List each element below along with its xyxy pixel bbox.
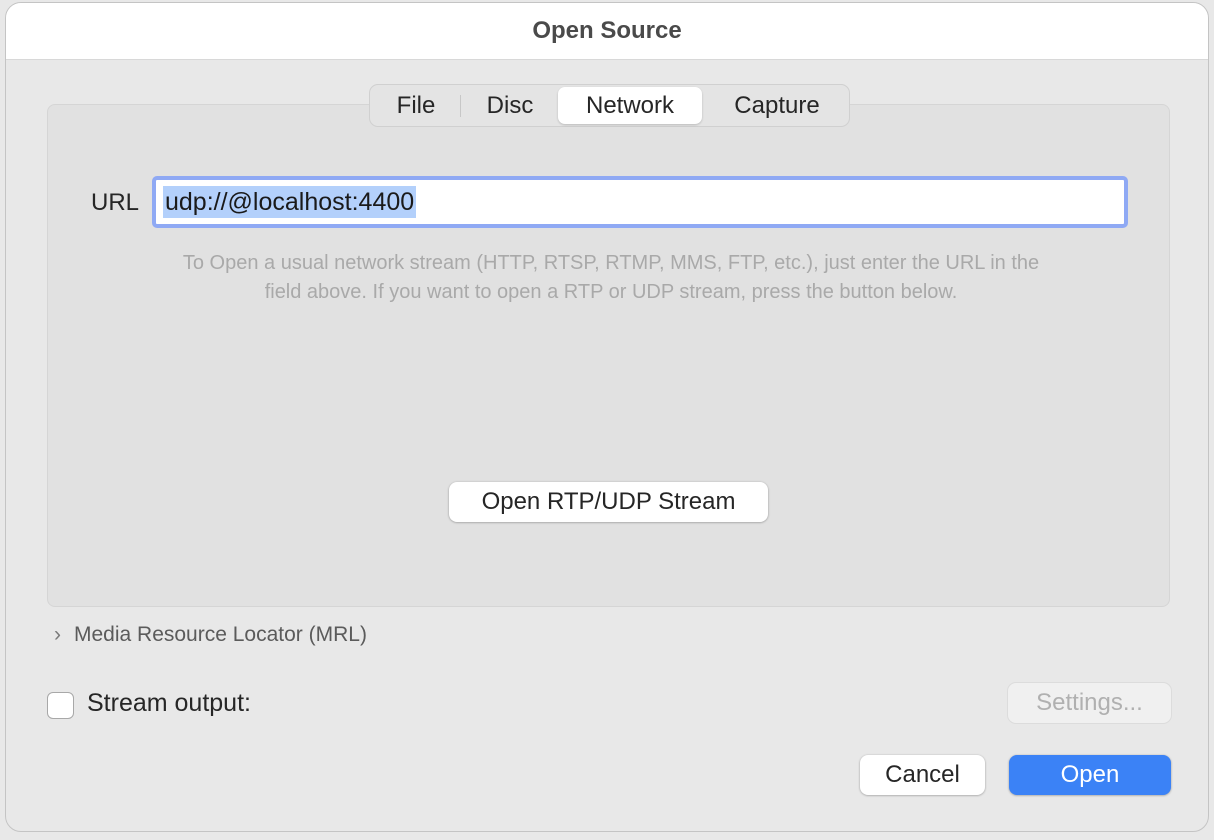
tab-capture[interactable]: Capture (706, 87, 848, 124)
open-rtp-udp-stream-button[interactable]: Open RTP/UDP Stream (449, 482, 768, 522)
mrl-disclosure[interactable]: › Media Resource Locator (MRL) (54, 623, 367, 647)
tab-divider (460, 95, 461, 117)
url-input[interactable]: udp://@localhost:4400 (152, 176, 1128, 228)
hint-line-1: To Open a usual network stream (HTTP, RT… (182, 252, 1040, 274)
url-label: URL (91, 189, 140, 216)
dialog-title: Open Source (532, 17, 682, 44)
chevron-right-icon: › (54, 623, 61, 646)
title-bar: Open Source (6, 3, 1208, 60)
tab-network[interactable]: Network (558, 87, 702, 124)
tab-file[interactable]: File (372, 87, 460, 124)
settings-button[interactable]: Settings... (1008, 683, 1171, 723)
network-hint-text: To Open a usual network stream (HTTP, RT… (106, 249, 1116, 307)
tab-disc[interactable]: Disc (464, 87, 556, 124)
url-input-value: udp://@localhost:4400 (163, 186, 417, 218)
open-source-dialog: Open Source File Disc Network Capture UR… (5, 2, 1209, 832)
cancel-button[interactable]: Cancel (860, 755, 985, 795)
open-button[interactable]: Open (1009, 755, 1171, 795)
hint-line-2: field above. If you want to open a RTP o… (264, 281, 958, 303)
mrl-label: Media Resource Locator (MRL) (74, 623, 367, 646)
stream-output-checkbox[interactable] (47, 692, 74, 719)
source-tabs: File Disc Network Capture (369, 84, 850, 127)
stream-output-label: Stream output: (87, 689, 251, 717)
